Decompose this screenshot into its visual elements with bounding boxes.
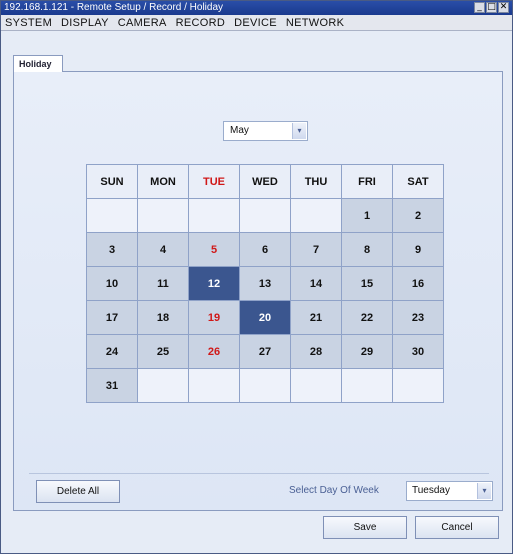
calendar-day-cell[interactable]: 17 xyxy=(86,300,138,335)
month-select[interactable]: May ▾ xyxy=(223,121,308,141)
maximize-button[interactable]: □ xyxy=(486,2,497,13)
calendar-header-sun: SUN xyxy=(86,164,138,199)
calendar-day-cell[interactable]: 3 xyxy=(86,232,138,267)
calendar-day-cell[interactable]: 22 xyxy=(341,300,393,335)
cancel-button[interactable]: Cancel xyxy=(415,516,499,539)
select-day-of-week-label: Select Day Of Week xyxy=(289,485,379,496)
calendar-empty-cell xyxy=(341,368,393,403)
menu-display[interactable]: DISPLAY xyxy=(61,15,109,30)
window-controls: _ □ ✕ xyxy=(474,2,509,13)
menu-system[interactable]: SYSTEM xyxy=(5,15,52,30)
calendar-day-cell[interactable]: 29 xyxy=(341,334,393,369)
calendar-empty-cell xyxy=(188,198,240,233)
calendar-empty-cell xyxy=(137,198,189,233)
calendar-empty-cell xyxy=(290,368,342,403)
calendar-day-cell[interactable]: 23 xyxy=(392,300,444,335)
menu-device[interactable]: DEVICE xyxy=(234,15,277,30)
title-bar: 192.168.1.121 - Remote Setup / Record / … xyxy=(1,1,512,15)
calendar-day-cell[interactable]: 6 xyxy=(239,232,291,267)
calendar-day-cell[interactable]: 5 xyxy=(188,232,240,267)
calendar-day-cell[interactable]: 18 xyxy=(137,300,189,335)
calendar-day-cell[interactable]: 20 xyxy=(239,300,291,335)
calendar-day-cell[interactable]: 19 xyxy=(188,300,240,335)
calendar-empty-cell xyxy=(290,198,342,233)
calendar-week-row: 17 18 19 20 21 22 23 xyxy=(86,300,444,335)
close-button[interactable]: ✕ xyxy=(498,2,509,13)
calendar-week-row: 24 25 26 27 28 29 30 xyxy=(86,334,444,369)
calendar-body: 1 2 3 4 5 6 7 8 9 10 11 12 13 14 15 16 17 18 19 20 21 22 23 24 2… xyxy=(86,198,444,403)
calendar-header-wed: WED xyxy=(239,164,291,199)
calendar-week-row: 10 11 12 13 14 15 16 xyxy=(86,266,444,301)
minimize-button[interactable]: _ xyxy=(474,2,485,13)
calendar-day-cell[interactable]: 11 xyxy=(137,266,189,301)
calendar-header-thu: THU xyxy=(290,164,342,199)
tab-holiday[interactable]: Holiday xyxy=(13,55,63,72)
calendar-day-cell[interactable]: 2 xyxy=(392,198,444,233)
menu-record[interactable]: RECORD xyxy=(176,15,225,30)
calendar-empty-cell xyxy=(392,368,444,403)
calendar-day-cell[interactable]: 1 xyxy=(341,198,393,233)
calendar-day-cell[interactable]: 12 xyxy=(188,266,240,301)
calendar-week-row: 31 xyxy=(86,368,444,403)
menu-network[interactable]: NETWORK xyxy=(286,15,344,30)
calendar-day-cell[interactable]: 16 xyxy=(392,266,444,301)
calendar-empty-cell xyxy=(137,368,189,403)
save-button[interactable]: Save xyxy=(323,516,407,539)
calendar-header-tue: TUE xyxy=(188,164,240,199)
remote-setup-window: 192.168.1.121 - Remote Setup / Record / … xyxy=(0,0,513,554)
calendar-empty-cell xyxy=(239,368,291,403)
calendar-day-cell[interactable]: 30 xyxy=(392,334,444,369)
month-select-value: May xyxy=(230,125,249,136)
calendar-day-cell[interactable]: 8 xyxy=(341,232,393,267)
calendar-header-row: SUN MON TUE WED THU FRI SAT xyxy=(86,164,444,199)
calendar-day-cell[interactable]: 31 xyxy=(86,368,138,403)
calendar-week-row: 12 xyxy=(86,198,444,233)
menu-bar: SYSTEM DISPLAY CAMERA RECORD DEVICE NETW… xyxy=(1,15,512,31)
footer-divider xyxy=(29,473,489,474)
calendar-empty-cell xyxy=(86,198,138,233)
delete-all-button[interactable]: Delete All xyxy=(36,480,120,503)
calendar-day-cell[interactable]: 10 xyxy=(86,266,138,301)
calendar-header-sat: SAT xyxy=(392,164,444,199)
calendar-day-cell[interactable]: 14 xyxy=(290,266,342,301)
calendar-day-cell[interactable]: 15 xyxy=(341,266,393,301)
calendar-day-cell[interactable]: 26 xyxy=(188,334,240,369)
calendar-day-cell[interactable]: 25 xyxy=(137,334,189,369)
window-title: 192.168.1.121 - Remote Setup / Record / … xyxy=(4,2,224,13)
calendar-header-fri: FRI xyxy=(341,164,393,199)
day-of-week-select[interactable]: Tuesday ▾ xyxy=(406,481,493,501)
calendar-day-cell[interactable]: 4 xyxy=(137,232,189,267)
calendar-day-cell[interactable]: 13 xyxy=(239,266,291,301)
chevron-down-icon[interactable]: ▾ xyxy=(477,483,491,499)
calendar-day-cell[interactable]: 27 xyxy=(239,334,291,369)
day-of-week-value: Tuesday xyxy=(412,485,450,496)
calendar-empty-cell xyxy=(239,198,291,233)
chevron-down-icon[interactable]: ▾ xyxy=(292,123,306,139)
calendar-header-mon: MON xyxy=(137,164,189,199)
calendar-day-cell[interactable]: 28 xyxy=(290,334,342,369)
calendar-day-cell[interactable]: 7 xyxy=(290,232,342,267)
calendar-empty-cell xyxy=(188,368,240,403)
menu-camera[interactable]: CAMERA xyxy=(118,15,167,30)
calendar-week-row: 3456789 xyxy=(86,232,444,267)
calendar-day-cell[interactable]: 21 xyxy=(290,300,342,335)
calendar-day-cell[interactable]: 24 xyxy=(86,334,138,369)
calendar-day-cell[interactable]: 9 xyxy=(392,232,444,267)
holiday-calendar: SUN MON TUE WED THU FRI SAT 1 2 3 4 5 6 7 8 9 10 11 12 13 1… xyxy=(86,164,444,403)
